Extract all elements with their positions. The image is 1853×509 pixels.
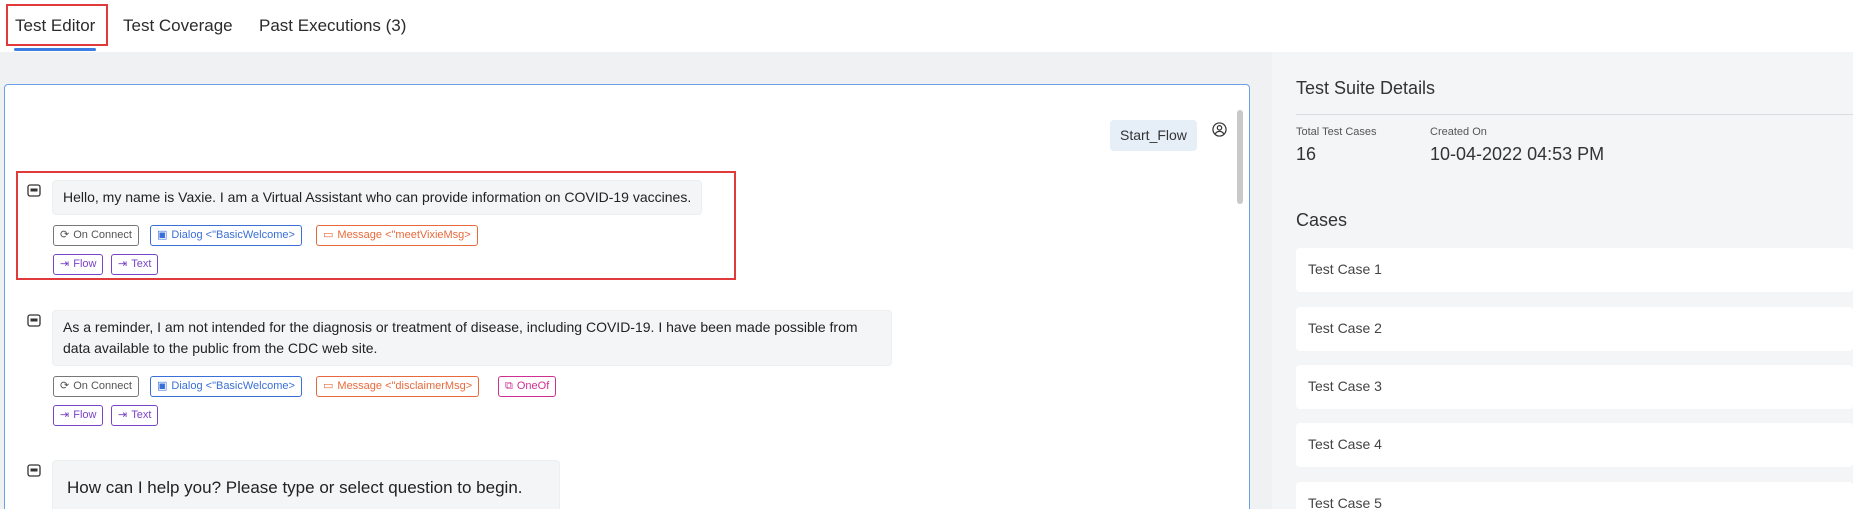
message-icon: ▭ [323,380,334,392]
test-suite-sidebar: Test Suite Details Total Test Cases 16 C… [1272,52,1853,509]
arrow-right-bar-icon: ⇥ [60,409,70,421]
divider [1296,114,1853,115]
conversation-scrollbar[interactable] [1237,110,1243,204]
tag-message[interactable]: ▭ Message <"disclaimerMsg> [316,376,480,397]
tab-test-coverage[interactable]: Test Coverage [123,16,233,36]
case-item[interactable]: Test Case 2 [1296,307,1853,351]
case-item[interactable]: Test Case 4 [1296,423,1853,467]
refresh-icon: ⟳ [60,380,70,392]
case-item[interactable]: Test Case 3 [1296,365,1853,409]
total-test-cases-value: 16 [1296,144,1317,164]
case-item[interactable]: Test Case 5 [1296,482,1853,509]
arrow-right-bar-icon: ⇥ [118,409,128,421]
created-on-value: 10-04-2022 04:53 PM [1430,144,1605,164]
conversation-panel [4,84,1250,509]
start-flow-message: Start_Flow [1110,120,1197,151]
bot-message-3: How can I help you? Please type or selec… [52,460,560,509]
bot-message-2-line2: data available to the public from the CD… [63,340,378,356]
tag-flow[interactable]: ⇥ Flow [53,405,104,426]
bot-icon [27,464,41,477]
bot-message-2-line1: As a reminder, I am not intended for the… [63,319,858,335]
total-test-cases-label: Total Test Cases [1296,126,1377,138]
active-tab-indicator [14,48,96,51]
tab-bar: Test Editor Test Coverage Past Execution… [0,0,1853,52]
highlight-box-tab [6,4,108,46]
tag-on-connect[interactable]: ⟳ On Connect [53,376,139,397]
tag-oneof[interactable]: ⧉ OneOf [498,376,557,397]
bot-icon [27,314,41,327]
case-item[interactable]: Test Case 1 [1296,248,1853,292]
created-on-label: Created On [1430,126,1487,138]
suite-details-title: Test Suite Details [1296,78,1436,98]
copy-icon: ⧉ [505,380,513,392]
dialog-icon: ▣ [157,380,168,392]
tag-dialog[interactable]: ▣ Dialog <"BasicWelcome> [150,376,302,397]
tag-text[interactable]: ⇥ Text [111,405,159,426]
highlight-box-message [16,171,736,280]
bot-message-2: As a reminder, I am not intended for the… [52,310,892,366]
user-icon [1212,122,1227,137]
cases-title: Cases [1296,210,1348,230]
tab-past-executions[interactable]: Past Executions (3) [259,16,406,36]
